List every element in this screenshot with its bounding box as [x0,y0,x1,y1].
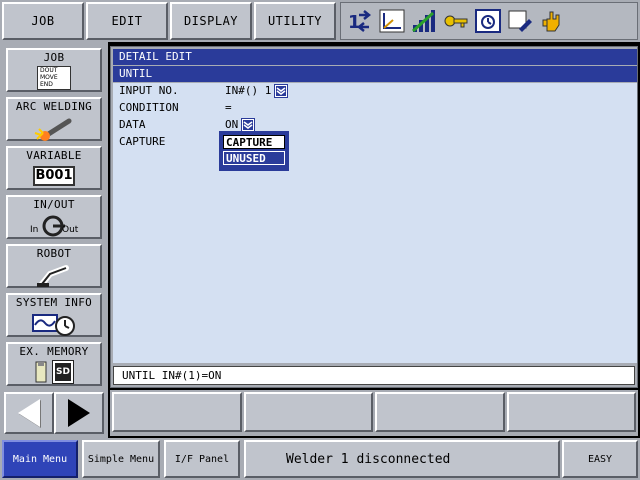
tool-frame-icon [379,8,405,34]
function-key-4[interactable] [506,392,636,432]
bottom-bar: Main Menu Simple Menu I/F Panel Welder 1… [0,438,640,480]
arrow-right-icon [68,399,90,427]
sidebar-menu: JOB DOUT MOVE END ARC WELDING VARIABLE B… [0,42,108,438]
job-document-icon: DOUT MOVE END [37,66,71,90]
dropdown-icon[interactable] [274,84,289,98]
sidebar-item-ex-memory[interactable]: EX. MEMORY SD [6,342,102,386]
option-unused[interactable]: UNUSED [223,151,285,165]
key-security-icon [443,8,469,34]
function-key-bar [110,390,638,436]
field-condition[interactable]: = [225,100,232,116]
sidebar-item-in-out[interactable]: IN/OUT In Out [6,195,102,239]
sidebar-item-label: VARIABLE [26,149,82,162]
robot-arm-icon [34,262,74,288]
coordinate-icon: 1 [347,8,373,34]
sidebar-item-system-info[interactable]: SYSTEM INFO [6,293,102,337]
speed-level-icon [411,8,437,34]
display-menu-button[interactable]: DISPLAY [170,2,252,40]
sidebar-item-robot[interactable]: ROBOT [6,244,102,288]
sidebar-item-job[interactable]: JOB DOUT MOVE END [6,48,102,92]
simple-menu-button[interactable]: Simple Menu [82,440,160,478]
variable-icon: B001 [33,164,75,188]
page-next-button[interactable] [54,392,104,434]
field-label-condition: CONDITION [119,101,179,114]
welding-torch-icon [29,115,79,141]
job-menu-button[interactable]: JOB [2,2,84,40]
field-value: IN#() 1 [225,84,272,97]
field-value: = [225,101,232,114]
main-menu-button[interactable]: Main Menu [2,440,78,478]
field-label-capture: CAPTURE [119,135,166,148]
field-label-input-no: INPUT NO. [119,84,179,97]
function-key-2[interactable] [243,392,373,432]
function-key-3[interactable] [375,392,505,432]
utility-menu-button[interactable]: UTILITY [254,2,336,40]
capture-options-popup: CAPTURE UNUSED [219,131,289,171]
detail-content: INPUT NO. IN#() 1 CONDITION = DATA ON CA… [113,83,637,363]
page-arrows [4,392,104,434]
status-icon-area: 1 [340,2,638,40]
arrow-left-icon [18,399,40,427]
edit-mode-icon [507,8,533,34]
window-title: DETAIL EDIT [113,49,637,65]
function-key-1[interactable] [112,392,242,432]
if-panel-button[interactable]: I/F Panel [164,440,240,478]
sidebar-item-label: SYSTEM INFO [15,296,93,309]
sidebar-item-label: EX. MEMORY [19,345,89,358]
sd-card-icon: SD [35,360,74,384]
easy-button[interactable]: EASY [562,440,638,478]
sidebar-item-label: ROBOT [36,247,72,260]
message-area: Welder 1 disconnected [244,440,560,478]
option-capture[interactable]: CAPTURE [223,135,285,149]
edit-menu-button[interactable]: EDIT [86,2,168,40]
job-status-icon [475,8,501,34]
sidebar-item-arc-welding[interactable]: ARC WELDING [6,97,102,141]
sidebar-item-label: IN/OUT [33,198,75,211]
system-info-icon [29,311,79,337]
field-input-no[interactable]: IN#() 1 [225,83,289,99]
dropdown-icon[interactable] [241,118,256,132]
field-label-data: DATA [119,118,146,131]
instruction-input-line[interactable]: UNTIL IN#(1)=ON [113,366,635,385]
top-menu-bar: JOB EDIT DISPLAY UTILITY 1 [0,0,640,42]
window-subtitle: UNTIL [113,66,637,82]
sidebar-item-label: ARC WELDING [15,100,93,113]
detail-edit-window: DETAIL EDIT UNTIL INPUT NO. IN#() 1 COND… [110,46,638,388]
sidebar-item-variable[interactable]: VARIABLE B001 [6,146,102,190]
page-prev-button[interactable] [4,392,54,434]
svg-text:1: 1 [348,12,361,33]
in-out-icon: In Out [24,213,84,237]
sidebar-item-label: JOB [43,51,65,64]
hand-servo-icon [539,8,565,34]
